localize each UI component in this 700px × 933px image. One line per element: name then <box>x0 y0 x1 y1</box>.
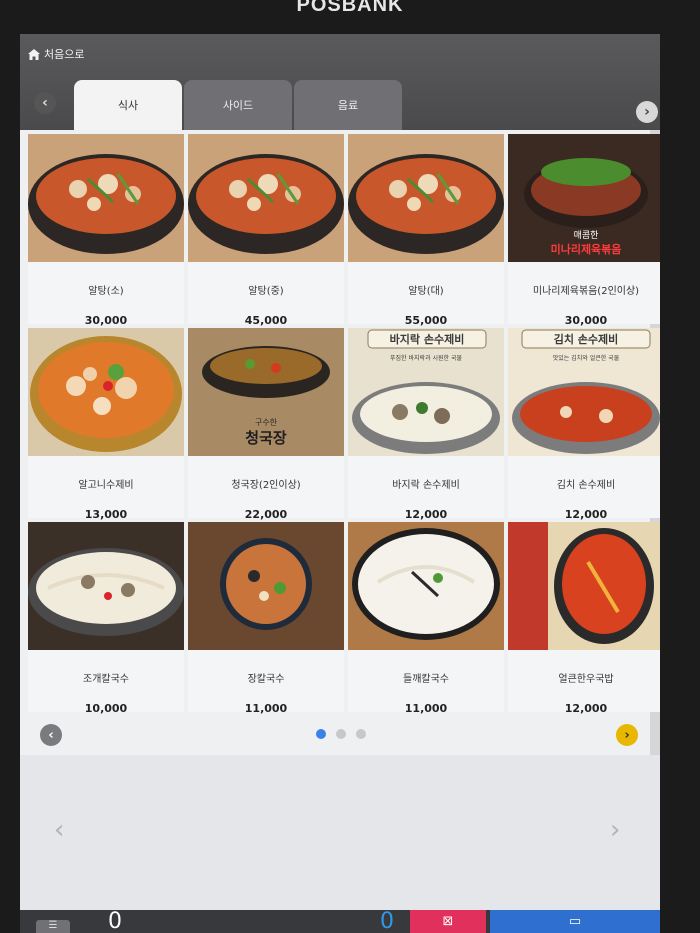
menu-name: 알탕(소) <box>88 286 124 297</box>
page-dot-2[interactable] <box>336 729 346 739</box>
trash-icon: ⊠ <box>442 914 454 929</box>
menu-name: 알고니수제비 <box>78 480 134 491</box>
menu-pagination: ‹ › <box>20 715 650 755</box>
menu-price: 13,000 <box>84 508 128 521</box>
page-prev-button[interactable]: ‹ <box>40 724 62 746</box>
menu-name: 장칼국수 <box>247 674 285 685</box>
menu-price: 11,000 <box>404 702 448 715</box>
menu-price: 12,000 <box>564 508 608 521</box>
chevron-right-icon: › <box>624 727 630 743</box>
menu-name: 청국장(2인이상) <box>231 480 301 491</box>
food-image-algoni-sujebi <box>28 328 184 456</box>
category-header: 처음으로 ‹ 식사 사이드 음료 › <box>20 34 660 130</box>
clear-button[interactable]: ⊠ <box>410 910 486 933</box>
tab-label: 사이드 <box>222 99 254 112</box>
cart-next-button[interactable]: › <box>610 815 620 845</box>
menu-card-minari-jeyuk[interactable]: 매콤한 미나리제육볶음 미나리제육볶음(2인이상) 30,000 <box>508 134 660 327</box>
tab-meal[interactable]: 식사 <box>74 80 182 130</box>
food-image-cheonggukjang: 구수한 청국장 <box>188 328 344 456</box>
chevron-left-icon: ‹ <box>48 727 54 743</box>
food-image-hanwoo-gukbap <box>508 522 660 650</box>
menu-price: 22,000 <box>244 508 288 521</box>
image-caption-main: 김치 손수제비 <box>554 332 619 346</box>
food-image-jang-kalguksu <box>188 522 344 650</box>
menu-name: 얼큰한우국밥 <box>558 674 614 685</box>
home-icon <box>28 48 40 60</box>
page-dot-1[interactable] <box>316 729 326 739</box>
page-next-button[interactable]: › <box>616 724 638 746</box>
menu-name: 김치 손수제비 <box>556 480 616 491</box>
menu-name: 조개칼국수 <box>83 674 129 685</box>
tab-side[interactable]: 사이드 <box>184 80 292 130</box>
pay-button[interactable]: ▭ <box>490 910 660 933</box>
menu-card-cheonggukjang[interactable]: 구수한 청국장 청국장(2인이상) 22,000 <box>188 328 344 521</box>
tab-label: 식사 <box>117 99 139 112</box>
menu-name: 미나리제육볶음(2인이상) <box>532 286 640 297</box>
tab-next-button[interactable]: › <box>636 101 658 123</box>
menu-price: 10,000 <box>84 702 128 715</box>
menu-card-jang-kalguksu[interactable]: 장칼국수 11,000 <box>188 522 344 715</box>
image-caption-sub: 매콤한 <box>574 230 599 241</box>
kiosk-brand-logo: POSBANK <box>296 0 404 16</box>
chevron-left-icon: ‹ <box>42 95 48 111</box>
image-caption-sub: 맛있는 김치와 얼큰한 국물 <box>553 354 620 362</box>
menu-name: 들깨칼국수 <box>403 674 449 685</box>
food-image-altang <box>28 134 184 262</box>
menu-name: 알탕(중) <box>248 286 284 297</box>
menu-price: 30,000 <box>564 314 608 327</box>
menu-price: 45,000 <box>244 314 288 327</box>
image-caption-main: 청국장 <box>245 429 287 447</box>
image-caption-main: 미나리제육볶음 <box>551 242 622 256</box>
menu-price: 11,000 <box>244 702 288 715</box>
chevron-right-icon: › <box>644 104 650 120</box>
food-image-altang <box>348 134 504 262</box>
image-caption-sub: 푸짐한 바지락과 시원한 국물 <box>390 354 462 362</box>
page-dot-3[interactable] <box>356 729 366 739</box>
image-caption-sub: 구수한 <box>255 418 278 427</box>
food-image-deulkkae-kalguksu <box>348 522 504 650</box>
food-image-kimchi-sujebi: 김치 손수제비 맛있는 김치와 얼큰한 국물 <box>508 328 660 456</box>
tab-drink[interactable]: 음료 <box>294 80 402 130</box>
menu-card-kimchi-sujebi[interactable]: 김치 손수제비 맛있는 김치와 얼큰한 국물 김치 손수제비 12,000 <box>508 328 660 521</box>
menu-name: 알탕(대) <box>408 286 444 297</box>
kiosk-screen: 처음으로 ‹ 식사 사이드 음료 › 알탕(소) 30,000 알탕(중) 45… <box>20 34 660 933</box>
order-bar: ☰ 0 0 ⊠ ▭ <box>20 910 660 933</box>
menu-icon[interactable]: ☰ <box>36 920 70 933</box>
menu-card-altang-large[interactable]: 알탕(대) 55,000 <box>348 134 504 327</box>
cart-panel: ‹ › <box>20 755 660 910</box>
tab-prev-button[interactable]: ‹ <box>34 92 56 114</box>
card-icon: ▭ <box>568 914 582 929</box>
food-image-bajirak-sujebi: 바지락 손수제비 푸짐한 바지락과 시원한 국물 <box>348 328 504 456</box>
menu-card-altang-medium[interactable]: 알탕(중) 45,000 <box>188 134 344 327</box>
menu-price: 12,000 <box>404 508 448 521</box>
cart-prev-button[interactable]: ‹ <box>54 815 64 845</box>
menu-card-altang-small[interactable]: 알탕(소) 30,000 <box>28 134 184 327</box>
food-image-minari-jeyuk: 매콤한 미나리제육볶음 <box>508 134 660 262</box>
menu-card-bajirak-sujebi[interactable]: 바지락 손수제비 푸짐한 바지락과 시원한 국물 바지락 손수제비 12,000 <box>348 328 504 521</box>
menu-price: 55,000 <box>404 314 448 327</box>
menu-grid: 알탕(소) 30,000 알탕(중) 45,000 알탕(대) 55,000 매… <box>20 130 660 715</box>
food-image-altang <box>188 134 344 262</box>
item-count: 0 <box>108 909 122 933</box>
home-button[interactable]: 처음으로 <box>28 46 84 62</box>
tab-label: 음료 <box>337 99 359 112</box>
menu-price: 12,000 <box>564 702 608 715</box>
menu-card-algoni-sujebi[interactable]: 알고니수제비 13,000 <box>28 328 184 521</box>
total-count: 0 <box>380 909 394 933</box>
menu-name: 바지락 손수제비 <box>392 480 460 491</box>
food-image-jogae-kalguksu <box>28 522 184 650</box>
menu-price: 30,000 <box>84 314 128 327</box>
menu-card-jogae-kalguksu[interactable]: 조개칼국수 10,000 <box>28 522 184 715</box>
image-caption-main: 바지락 손수제비 <box>390 332 465 346</box>
home-label: 처음으로 <box>44 48 85 61</box>
menu-card-deulkkae-kalguksu[interactable]: 들깨칼국수 11,000 <box>348 522 504 715</box>
menu-card-eolkeun-hanwoo-gukbap[interactable]: 얼큰한우국밥 12,000 <box>508 522 660 715</box>
